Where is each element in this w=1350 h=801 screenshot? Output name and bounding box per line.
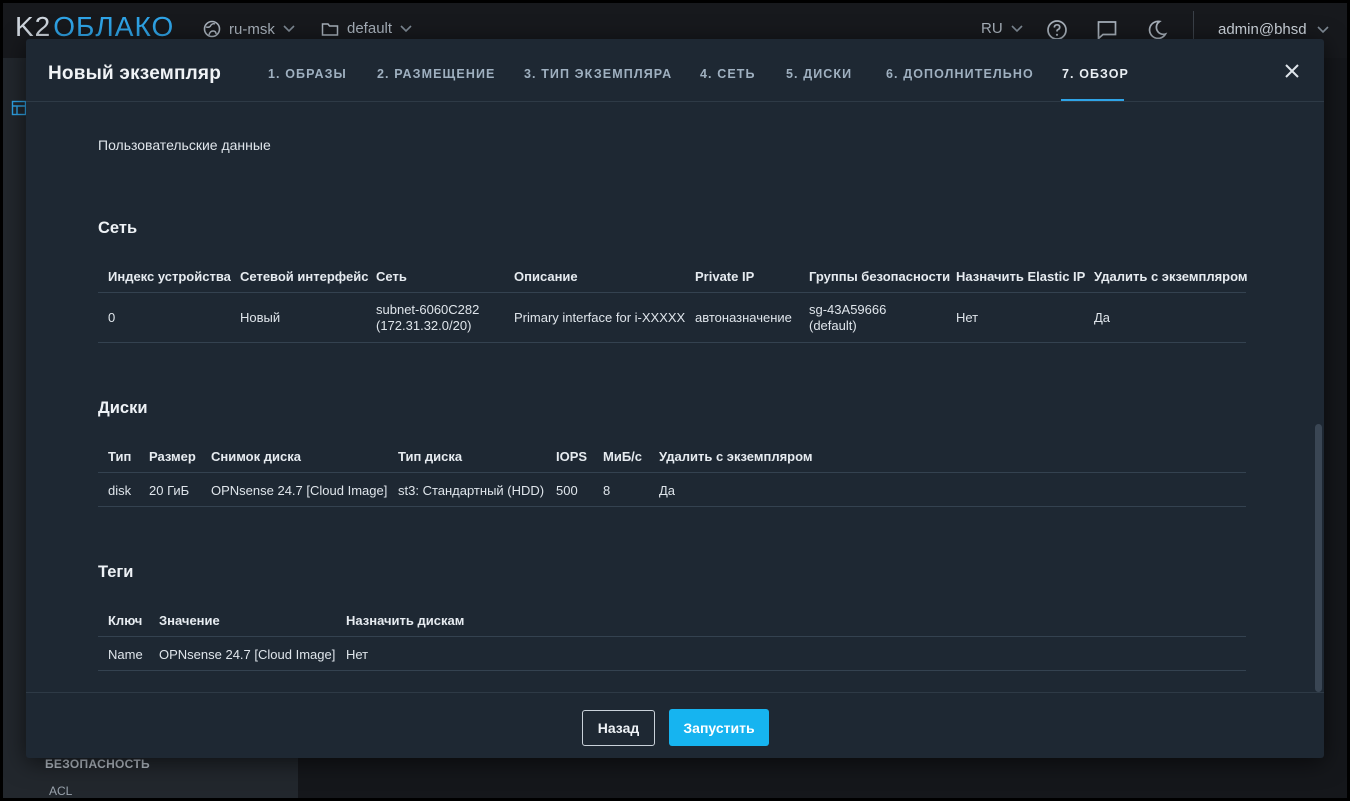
table-cell: Нет xyxy=(346,647,369,662)
step-tab-review[interactable]: 7. ОБЗОР xyxy=(1062,67,1129,81)
table-header: Сетевой интерфейс xyxy=(240,269,369,284)
table-header: Тип диска xyxy=(398,449,463,464)
user-name: admin@bhsd xyxy=(1218,21,1307,38)
table-header: Удалить с экземпляром xyxy=(659,449,813,464)
app-window: K2 ОБЛАКО ru-msk default RU admin@bhsd Б… xyxy=(0,0,1350,801)
table-header: Тип xyxy=(108,449,132,464)
table-cell: 0 xyxy=(108,310,116,325)
close-icon[interactable] xyxy=(1282,61,1302,81)
table-header: Описание xyxy=(514,269,578,284)
table-cell: disk xyxy=(108,483,132,498)
disks-section-title: Диски xyxy=(98,399,148,417)
globe-icon xyxy=(203,20,221,38)
table-divider xyxy=(98,342,1246,343)
modal-body: Пользовательские данные Сеть Индекс устр… xyxy=(26,102,1324,692)
subnet-cidr: (172.31.32.0/20) xyxy=(376,318,472,333)
region-label: ru-msk xyxy=(229,20,275,38)
network-table: Индекс устройства Сетевой интерфейс Сеть… xyxy=(98,262,1248,344)
table-header: Private IP xyxy=(695,269,755,284)
table-header: Сеть xyxy=(376,269,407,284)
table-divider xyxy=(98,506,1246,507)
table-header: IOPS xyxy=(556,449,588,464)
sidebar-item-acl[interactable]: ACL xyxy=(49,784,72,798)
region-selector[interactable]: ru-msk xyxy=(203,20,303,38)
folder-icon xyxy=(321,22,339,36)
launch-button[interactable]: Запустить xyxy=(669,709,769,746)
step-tab-network[interactable]: 4. СЕТЬ xyxy=(700,67,756,81)
user-menu[interactable]: admin@bhsd xyxy=(1218,21,1329,38)
chevron-down-icon xyxy=(400,24,412,32)
chevron-down-icon xyxy=(1317,25,1329,33)
chevron-down-icon xyxy=(283,25,295,33)
subnet-id: subnet-6060C282 xyxy=(376,302,480,317)
user-data-label: Пользовательские данные xyxy=(98,137,271,153)
table-cell: Да xyxy=(1094,310,1111,325)
table-header: Удалить с экземпляром xyxy=(1094,269,1248,284)
security-group-id: sg-43A59666 xyxy=(809,302,887,317)
table-cell: Новый xyxy=(240,310,281,325)
active-step-indicator xyxy=(1061,99,1124,101)
table-header: Снимок диска xyxy=(211,449,301,464)
table-cell: Primary interface for i-XXXXX xyxy=(514,310,686,325)
step-tab-placement[interactable]: 2. РАЗМЕЩЕНИЕ xyxy=(377,67,495,81)
table-header: Индекс устройства xyxy=(108,269,231,284)
table-header: Группы безопасности xyxy=(809,269,951,284)
table-divider xyxy=(98,670,1246,671)
table-cell: 500 xyxy=(556,483,578,498)
security-group-name: (default) xyxy=(809,318,857,333)
table-cell: Нет xyxy=(956,310,979,325)
table-cell: автоназначение xyxy=(695,310,792,325)
disks-table: Тип Размер Снимок диска Тип диска IOPS М… xyxy=(98,442,1246,508)
table-cell: 20 ГиБ xyxy=(149,483,190,498)
table-cell-security-group: sg-43A59666 (default) xyxy=(809,302,886,334)
table-cell: Да xyxy=(659,483,676,498)
tags-section-title: Теги xyxy=(98,563,134,581)
table-header: Назначить Elastic IP xyxy=(956,269,1086,284)
table-header: Значение xyxy=(159,613,220,628)
table-cell: 8 xyxy=(603,483,611,498)
table-header: Размер xyxy=(149,449,196,464)
table-header: МиБ/с xyxy=(603,449,643,464)
new-instance-modal: Новый экземпляр 1. ОБРАЗЫ 2. РАЗМЕЩЕНИЕ … xyxy=(26,39,1324,758)
dashboard-icon[interactable] xyxy=(11,100,27,116)
project-label: default xyxy=(347,20,393,37)
table-cell: Name xyxy=(108,647,143,662)
back-button[interactable]: Назад xyxy=(582,710,655,746)
modal-header: Новый экземпляр 1. ОБРАЗЫ 2. РАЗМЕЩЕНИЕ … xyxy=(26,39,1324,102)
step-tab-additional[interactable]: 6. ДОПОЛНИТЕЛЬНО xyxy=(886,67,1034,81)
modal-scrollbar[interactable] xyxy=(1315,424,1322,692)
language-selector[interactable]: RU xyxy=(981,20,1031,37)
tags-table: Ключ Значение Назначить дискам Name OPNs… xyxy=(98,606,1246,672)
project-selector[interactable]: default xyxy=(321,20,420,37)
step-tab-instance-type[interactable]: 3. ТИП ЭКЗЕМПЛЯРА xyxy=(524,67,672,81)
table-divider xyxy=(98,636,1246,637)
step-tab-images[interactable]: 1. ОБРАЗЫ xyxy=(268,67,347,81)
sidebar-section-security: БЕЗОПАСНОСТЬ xyxy=(45,757,150,771)
table-cell: st3: Стандартный (HDD) xyxy=(398,483,545,498)
table-cell-subnet: subnet-6060C282 (172.31.32.0/20) xyxy=(376,302,479,334)
step-tab-disks[interactable]: 5. ДИСКИ xyxy=(786,67,852,81)
modal-footer: Назад Запустить xyxy=(26,692,1324,758)
language-label: RU xyxy=(981,20,1003,37)
chevron-down-icon xyxy=(1011,24,1023,32)
table-header: Назначить дискам xyxy=(346,613,465,628)
network-section-title: Сеть xyxy=(98,219,138,237)
table-divider xyxy=(98,292,1246,293)
table-header: Ключ xyxy=(108,613,143,628)
table-cell: OPNsense 24.7 [Cloud Image] xyxy=(159,647,336,662)
table-cell: OPNsense 24.7 [Cloud Image] xyxy=(211,483,388,498)
table-divider xyxy=(98,472,1246,473)
modal-title: Новый экземпляр xyxy=(48,63,221,84)
